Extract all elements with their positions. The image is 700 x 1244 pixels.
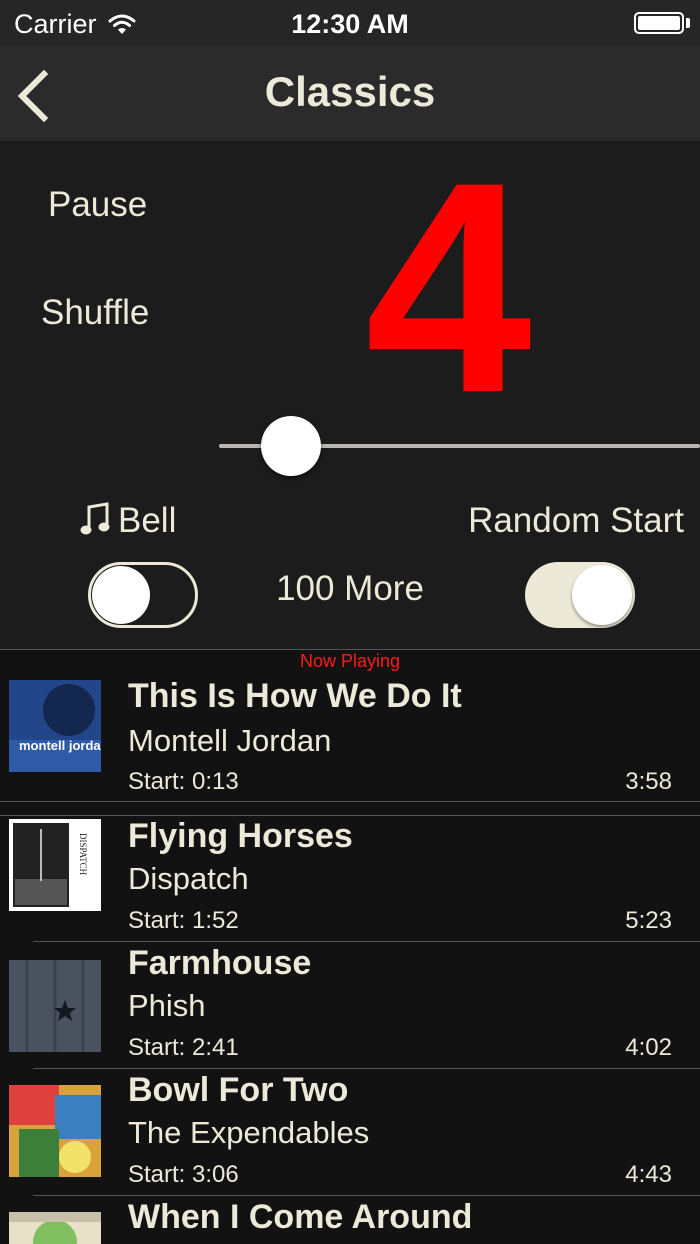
position-slider[interactable] [219, 403, 700, 493]
song-row[interactable]: montell jordan This Is How We Do It Mont… [0, 649, 700, 801]
album-art-text: DISPATCH [78, 833, 88, 876]
pause-button[interactable]: Pause [48, 185, 147, 225]
song-start: Start: 0:13 [128, 768, 239, 795]
status-bar: Carrier 12:30 AM [0, 0, 700, 46]
shuffle-button[interactable]: Shuffle [41, 293, 149, 333]
song-artist: Dispatch [128, 861, 249, 896]
navigation-bar: Classics [0, 46, 700, 142]
song-duration: 3:58 [625, 768, 672, 795]
divider [0, 801, 700, 802]
song-title: This Is How We Do It [128, 677, 462, 715]
battery-tip [686, 18, 690, 28]
clock: 12:30 AM [291, 9, 409, 39]
random-start-toggle[interactable] [525, 562, 635, 628]
song-duration: 4:02 [625, 1034, 672, 1061]
album-art [9, 960, 101, 1052]
album-art [9, 1212, 101, 1244]
toggle-knob [572, 565, 632, 625]
song-row[interactable]: Farmhouse Phish Start: 2:41 4:02 [0, 942, 700, 1068]
song-artist: Montell Jordan [128, 723, 332, 758]
battery-icon [634, 12, 684, 34]
album-art: montell jordan [9, 680, 101, 772]
player-controls: Pause Shuffle 4 Bell Random Start 100 Mo… [0, 137, 700, 649]
song-title: When I Come Around [128, 1198, 473, 1236]
song-duration: 4:43 [625, 1161, 672, 1188]
song-start: Start: 1:52 [128, 907, 239, 934]
countdown-number: 4 [365, 119, 532, 455]
song-row[interactable]: When I Come Around [0, 1196, 700, 1244]
song-title: Farmhouse [128, 944, 312, 982]
song-duration: 5:23 [625, 907, 672, 934]
song-list[interactable]: Now Playing montell jordan This Is How W… [0, 649, 700, 1244]
album-art-text: montell jordan [19, 738, 101, 753]
song-start: Start: 3:06 [128, 1161, 239, 1188]
song-artist: The Expendables [128, 1115, 370, 1150]
song-row[interactable]: Bowl For Two The Expendables Start: 3:06… [0, 1069, 700, 1195]
music-note-icon [80, 502, 110, 535]
random-start-label: Random Start [468, 501, 684, 540]
page-title: Classics [264, 68, 436, 115]
slider-thumb[interactable] [260, 416, 321, 476]
song-artist: Phish [128, 988, 206, 1023]
song-row[interactable]: DISPATCH Flying Horses Dispatch Start: 1… [0, 815, 700, 941]
bell-text: Bell [118, 501, 177, 540]
song-title: Bowl For Two [128, 1071, 349, 1109]
album-art [9, 1085, 101, 1177]
bell-label: Bell [80, 501, 176, 541]
album-art: DISPATCH [9, 819, 101, 911]
song-title: Flying Horses [128, 817, 353, 855]
song-start: Start: 2:41 [128, 1034, 239, 1061]
